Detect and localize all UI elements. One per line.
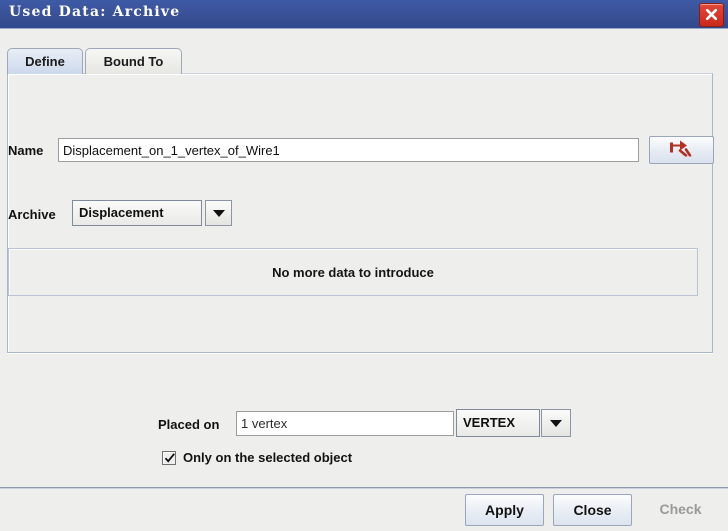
tab-define[interactable]: Define	[7, 48, 83, 74]
window-titlebar: Used Data: Archive	[0, 0, 728, 29]
chevron-down-icon	[213, 210, 225, 217]
window-title: Used Data: Archive	[9, 4, 180, 20]
placement-type-select[interactable]: VERTEX	[456, 409, 540, 437]
close-x-icon	[704, 7, 719, 22]
checkmark-icon	[164, 452, 176, 464]
tab-bound-to[interactable]: Bound To	[85, 48, 182, 74]
only-selected-object-checkbox[interactable]	[162, 451, 176, 465]
placement-type-arrow-button[interactable]	[541, 409, 571, 437]
archive-label: Archive	[8, 207, 56, 222]
clamp-restraint-icon	[668, 139, 696, 162]
no-more-data-message: No more data to introduce	[272, 265, 434, 280]
archive-select[interactable]: Displacement	[72, 200, 202, 226]
only-selected-object-checkbox-row[interactable]: Only on the selected object	[162, 450, 352, 465]
check-button: Check	[641, 494, 720, 526]
data-message-panel: No more data to introduce	[8, 248, 698, 296]
name-label: Name	[8, 143, 43, 158]
used-data-archive-dialog: Used Data: Archive Define Bound To Name …	[0, 0, 728, 531]
placed-on-label: Placed on	[158, 417, 219, 432]
placed-on-input[interactable]	[236, 411, 454, 436]
apply-button[interactable]: Apply	[465, 494, 544, 526]
chevron-down-icon	[550, 420, 562, 427]
pick-restraint-button[interactable]	[649, 136, 714, 164]
close-button[interactable]: Close	[553, 494, 632, 526]
footer-separator	[0, 487, 728, 489]
name-input[interactable]	[58, 138, 639, 162]
archive-select-arrow-button[interactable]	[205, 200, 232, 226]
only-selected-object-label: Only on the selected object	[183, 450, 352, 465]
tab-strip: Define Bound To	[7, 48, 721, 74]
close-window-button[interactable]	[699, 3, 724, 27]
